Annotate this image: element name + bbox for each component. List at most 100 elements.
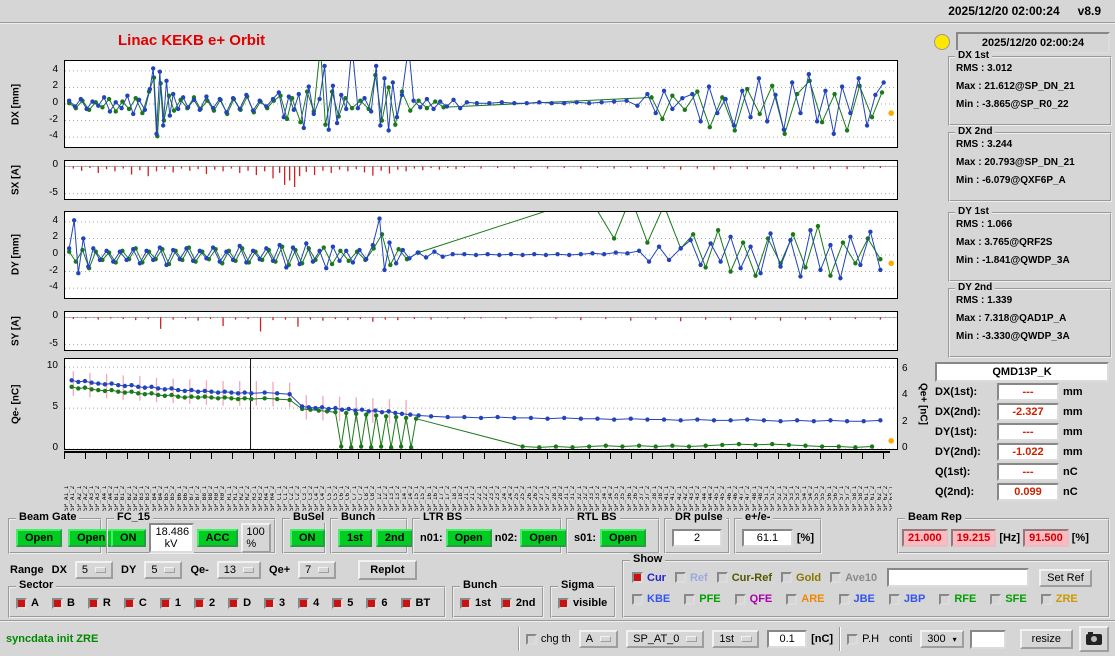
checkbox-box[interactable] <box>525 633 537 645</box>
sector-checkbox-bt[interactable]: BT <box>400 597 430 609</box>
beam-rep-label: Beam Rep <box>905 511 965 523</box>
checkbox-box[interactable] <box>838 593 850 605</box>
bpm-select[interactable]: SP_AT_0 <box>626 630 705 648</box>
screenshot-button[interactable] <box>1079 626 1109 652</box>
sector-checkbox-2[interactable]: 2 <box>193 597 215 609</box>
interval-select[interactable]: 300 ▾ <box>920 630 964 648</box>
blank-entry[interactable] <box>969 629 1006 649</box>
checkbox-box[interactable] <box>16 597 27 609</box>
checkbox-box[interactable] <box>87 597 99 609</box>
bunch-1st-button[interactable]: 1st <box>338 528 372 547</box>
checkbox-box[interactable] <box>734 593 746 605</box>
fc15-acc-button[interactable]: ACC <box>196 528 239 547</box>
resize-button[interactable]: resize <box>1019 629 1073 649</box>
replot-button[interactable]: Replot <box>358 560 417 580</box>
checkbox-box[interactable] <box>716 572 728 583</box>
show-group-checkbox-sfe[interactable]: SFE <box>990 593 1027 605</box>
sector-select[interactable]: A <box>578 630 619 648</box>
threshold-entry[interactable]: 0.1 <box>767 630 808 648</box>
checkbox-box[interactable] <box>51 597 63 609</box>
checkbox-box[interactable] <box>332 597 344 609</box>
min-line: Min : -6.079@QXF6P_A <box>956 175 1066 186</box>
epem-field[interactable]: 61.1 <box>742 528 793 547</box>
bpm-row-value: 0.099 <box>997 483 1059 501</box>
checkbox-box[interactable] <box>400 597 412 609</box>
range-dx-select[interactable]: 5 <box>74 561 114 579</box>
chg-th-checkbox[interactable]: chg th <box>525 633 571 645</box>
show-group-checkbox-jbp[interactable]: JBP <box>888 593 925 605</box>
range-qep-select[interactable]: 7 <box>298 561 337 579</box>
n01-open-button[interactable]: Open <box>445 528 492 547</box>
checkbox-box[interactable] <box>847 633 859 645</box>
sector-checkbox-1[interactable]: 1 <box>159 597 181 609</box>
checkbox-box[interactable] <box>888 593 900 605</box>
range-dy-select[interactable]: 5 <box>144 561 183 579</box>
show-checkbox-ave10[interactable]: Ave10 <box>830 572 877 584</box>
ref-name-entry[interactable] <box>887 568 1030 587</box>
checkbox-box[interactable] <box>674 572 686 583</box>
fc15-kv-field[interactable]: 18.486 kV <box>148 522 194 553</box>
sector-checkbox-b[interactable]: B <box>51 597 75 609</box>
checkbox-box[interactable] <box>159 597 171 609</box>
bpm-name-label: SP_R1_1 <box>226 485 233 511</box>
checkbox-box[interactable] <box>558 597 569 609</box>
show-group-checkbox-rfe[interactable]: RFE <box>939 593 976 605</box>
bunch-checkbox-1st[interactable]: 1st <box>460 597 491 609</box>
bpm-name-label: SP_38_1 <box>651 485 658 511</box>
checkbox-box[interactable] <box>786 593 798 605</box>
sector-checkbox-6[interactable]: 6 <box>366 597 388 609</box>
fc15-percent-field[interactable]: 100 % <box>241 522 271 553</box>
checkbox-box[interactable] <box>990 593 1002 605</box>
bpm-row-unit: mm <box>1063 406 1083 418</box>
show-checkbox-ref[interactable]: Ref <box>674 572 708 584</box>
max-line: Max : 21.612@SP_DN_21 <box>956 81 1075 92</box>
bunch-2nd-button[interactable]: 2nd <box>375 528 414 547</box>
bpm-name-label: SP_41_2 <box>670 485 677 511</box>
bpm-name-label: SP_46_1 <box>726 485 733 511</box>
checkbox-box[interactable] <box>193 597 205 609</box>
checkbox-box[interactable] <box>123 597 135 609</box>
checkbox-box[interactable] <box>228 597 240 609</box>
sector-checkbox-a[interactable]: A <box>16 597 39 609</box>
show-checkbox-cur[interactable]: Cur <box>632 572 666 584</box>
checkbox-box[interactable] <box>264 597 276 609</box>
checkbox-box[interactable] <box>500 597 512 609</box>
show-group-checkbox-pfe[interactable]: PFE <box>684 593 721 605</box>
sector-checkbox-4[interactable]: 4 <box>298 597 319 609</box>
busel-on-button[interactable]: ON <box>290 528 325 547</box>
checkbox-box[interactable] <box>684 593 696 605</box>
checkbox-box[interactable] <box>298 597 310 609</box>
show-checkbox-gold[interactable]: Gold <box>781 572 821 584</box>
fc15-on-button[interactable]: ON <box>111 528 146 547</box>
bunch-checkbox-2nd[interactable]: 2nd <box>500 597 535 609</box>
checkbox-box[interactable] <box>632 572 643 583</box>
show-group-checkbox-kbe[interactable]: KBE <box>632 593 670 605</box>
n02-open-button[interactable]: Open <box>520 528 567 547</box>
checkbox-box[interactable] <box>460 597 471 609</box>
beam-gate-open1-button[interactable]: Open <box>16 528 63 547</box>
sector-checkbox-c[interactable]: C <box>123 597 147 609</box>
sigma-checkbox-visible[interactable]: visible <box>558 597 607 609</box>
show-checkbox-cur-ref[interactable]: Cur-Ref <box>716 572 772 584</box>
bunch-select[interactable]: 1st <box>712 630 760 648</box>
checkbox-box[interactable] <box>1040 593 1052 605</box>
checkbox-box[interactable] <box>781 572 793 583</box>
y-tick-label: 0 <box>52 310 58 322</box>
checkbox-box[interactable] <box>632 593 643 605</box>
checkbox-box[interactable] <box>366 597 378 609</box>
show-group-checkbox-qfe[interactable]: QFE <box>734 593 772 605</box>
range-qem-select[interactable]: 13 <box>216 561 262 579</box>
sector-checkbox-d[interactable]: D <box>228 597 251 609</box>
show-group-checkbox-are[interactable]: ARE <box>786 593 825 605</box>
ph-checkbox[interactable]: P.H <box>847 633 879 645</box>
sector-checkbox-5[interactable]: 5 <box>332 597 353 609</box>
set-ref-button[interactable]: Set Ref <box>1039 568 1092 587</box>
sector-checkbox-3[interactable]: 3 <box>264 597 285 609</box>
show-group-checkbox-zre[interactable]: ZRE <box>1040 593 1078 605</box>
sector-checkbox-r[interactable]: R <box>87 597 111 609</box>
checkbox-box[interactable] <box>939 593 951 605</box>
s01-open-button[interactable]: Open <box>600 528 647 547</box>
show-group-checkbox-jbe[interactable]: JBE <box>838 593 875 605</box>
dr-pulse-field[interactable]: 2 <box>672 528 722 547</box>
checkbox-box[interactable] <box>830 572 842 583</box>
